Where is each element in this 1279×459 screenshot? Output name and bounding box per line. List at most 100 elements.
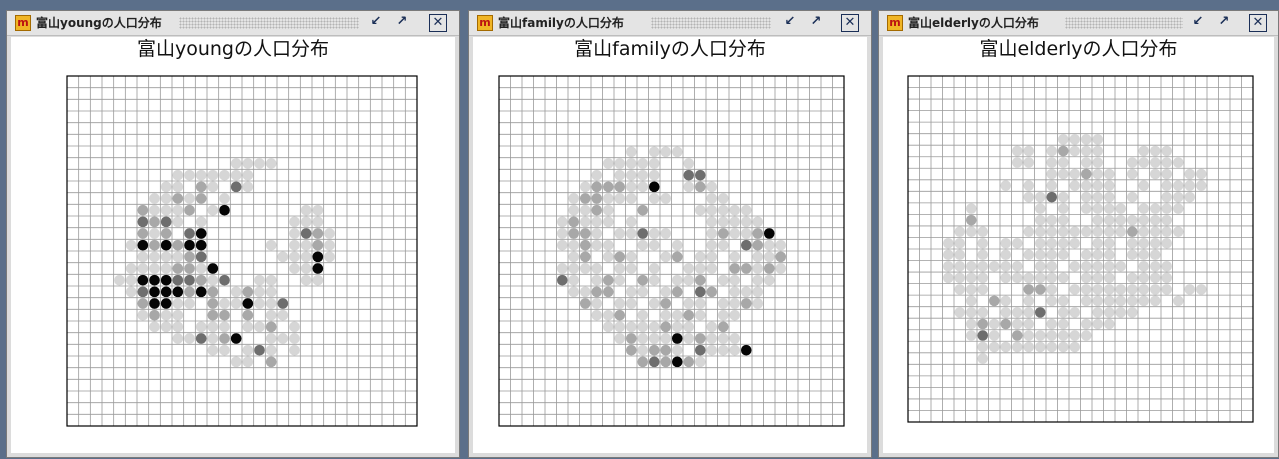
heat-cell bbox=[729, 204, 740, 216]
heat-cell bbox=[683, 181, 694, 193]
heat-cell bbox=[1115, 203, 1126, 214]
heat-cell bbox=[242, 286, 254, 298]
close-icon[interactable]: ✕ bbox=[841, 14, 859, 32]
iconify-icon[interactable]: ↙ bbox=[781, 14, 799, 32]
heat-cell bbox=[254, 286, 265, 298]
heat-cell bbox=[219, 321, 230, 333]
heat-cell bbox=[649, 356, 660, 368]
heat-cell bbox=[172, 204, 184, 216]
heat-cell bbox=[764, 228, 775, 239]
heat-cell bbox=[1058, 191, 1069, 203]
heat-cell bbox=[637, 158, 648, 169]
heat-cell bbox=[184, 239, 195, 251]
heat-cell bbox=[741, 263, 752, 274]
heat-cell bbox=[718, 193, 729, 204]
heat-cell bbox=[172, 169, 184, 181]
heat-cell bbox=[149, 286, 160, 298]
heat-cell bbox=[1000, 249, 1011, 261]
close-icon[interactable]: ✕ bbox=[1249, 14, 1267, 32]
heat-cell bbox=[195, 239, 207, 251]
heat-cell bbox=[230, 181, 242, 193]
app-icon: m bbox=[477, 15, 493, 31]
population-grid-family bbox=[498, 75, 845, 427]
title-bar-grip[interactable] bbox=[179, 17, 359, 29]
heat-cell bbox=[1115, 226, 1126, 237]
heat-cell bbox=[603, 181, 614, 193]
heat-cell bbox=[1138, 145, 1149, 157]
heat-cell bbox=[695, 298, 706, 309]
heat-cell bbox=[649, 169, 660, 181]
title-bar[interactable]: m 富山familyの人口分布 ↙ ↗ ✕ bbox=[469, 11, 871, 36]
heat-cell bbox=[1104, 180, 1115, 191]
heat-cell bbox=[300, 216, 312, 228]
heat-cell bbox=[114, 274, 125, 286]
heat-cell bbox=[137, 228, 149, 239]
title-bar[interactable]: m 富山youngの人口分布 ↙ ↗ ✕ bbox=[7, 11, 459, 36]
internal-frame-elderly[interactable]: m 富山elderlyの人口分布 ↙ ↗ ✕ 富山elderlyの人口分布 bbox=[878, 10, 1279, 458]
heat-cell bbox=[1023, 180, 1034, 191]
heat-cell bbox=[614, 274, 625, 286]
heat-cell bbox=[1069, 168, 1080, 180]
heat-cell bbox=[312, 216, 324, 228]
iconify-icon[interactable]: ↙ bbox=[367, 14, 385, 32]
heat-cell bbox=[637, 239, 648, 251]
heat-cell bbox=[195, 228, 207, 239]
heat-cell bbox=[1058, 295, 1069, 307]
internal-frame-young[interactable]: m 富山youngの人口分布 ↙ ↗ ✕ 富山youngの人口分布 bbox=[6, 10, 460, 458]
heat-cell bbox=[752, 286, 763, 298]
heat-cell bbox=[289, 333, 300, 344]
title-bar-grip[interactable] bbox=[651, 17, 771, 29]
heat-cell bbox=[695, 333, 706, 344]
maximize-icon[interactable]: ↗ bbox=[393, 14, 411, 32]
heat-cell bbox=[1000, 180, 1011, 191]
heat-cell bbox=[706, 321, 717, 333]
heat-cell bbox=[603, 239, 614, 251]
heat-cell bbox=[1012, 145, 1023, 157]
heat-cell bbox=[1012, 157, 1023, 168]
heat-cell bbox=[1196, 284, 1207, 295]
heat-cell bbox=[943, 272, 954, 284]
heat-cell bbox=[184, 204, 195, 216]
heat-cell bbox=[718, 239, 729, 251]
heat-cell bbox=[1104, 214, 1115, 226]
heat-cell bbox=[775, 263, 786, 274]
heat-cell bbox=[230, 298, 242, 309]
heat-cell bbox=[149, 298, 160, 309]
heat-cell bbox=[1023, 145, 1034, 157]
heat-cell bbox=[1104, 191, 1115, 203]
heat-cell bbox=[149, 263, 160, 274]
heat-cell bbox=[954, 249, 965, 261]
maximize-icon[interactable]: ↗ bbox=[807, 14, 825, 32]
heat-cell bbox=[207, 309, 219, 321]
heat-cell bbox=[989, 330, 1000, 341]
heat-cell bbox=[1046, 261, 1057, 272]
heat-cell bbox=[954, 272, 965, 284]
heat-cell bbox=[1035, 249, 1046, 261]
heat-cell bbox=[1150, 272, 1161, 284]
heat-cell bbox=[219, 169, 230, 181]
internal-frame-family[interactable]: m 富山familyの人口分布 ↙ ↗ ✕ 富山familyの人口分布 bbox=[468, 10, 872, 458]
heat-cell bbox=[1000, 295, 1011, 307]
heat-cell bbox=[1127, 237, 1138, 249]
heat-cell bbox=[1081, 168, 1092, 180]
heat-cell bbox=[1184, 168, 1195, 180]
heat-cell bbox=[568, 286, 579, 298]
heat-cell bbox=[137, 239, 149, 251]
heat-cell bbox=[706, 216, 717, 228]
heat-cell bbox=[649, 263, 660, 274]
iconify-icon[interactable]: ↙ bbox=[1189, 14, 1207, 32]
close-icon[interactable]: ✕ bbox=[429, 14, 447, 32]
heat-cell bbox=[1127, 191, 1138, 203]
title-bar[interactable]: m 富山elderlyの人口分布 ↙ ↗ ✕ bbox=[879, 11, 1278, 36]
heat-cell bbox=[718, 228, 729, 239]
heat-cell bbox=[137, 286, 149, 298]
title-bar-grip[interactable] bbox=[1065, 17, 1183, 29]
heat-cell bbox=[149, 204, 160, 216]
heat-cell bbox=[649, 298, 660, 309]
heat-cell bbox=[966, 214, 977, 226]
heat-cell bbox=[989, 295, 1000, 307]
heat-cell bbox=[172, 274, 184, 286]
maximize-icon[interactable]: ↗ bbox=[1215, 14, 1233, 32]
heat-cell bbox=[649, 228, 660, 239]
heat-cell bbox=[242, 298, 254, 309]
